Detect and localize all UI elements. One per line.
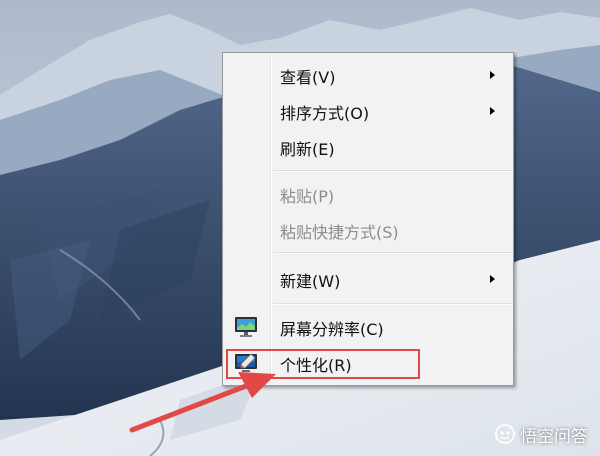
submenu-arrow-icon	[490, 107, 495, 115]
menu-item-refresh[interactable]: 刷新(E)	[225, 131, 511, 163]
highlight-box-personalize	[226, 349, 420, 379]
menu-separator	[273, 303, 513, 305]
watermark-text: 悟空问答	[520, 426, 588, 447]
menu-item-view-label: 查看(V)	[280, 68, 336, 87]
menu-item-new[interactable]: 新建(W)	[225, 263, 511, 295]
menu-item-sort-by[interactable]: 排序方式(O)	[225, 95, 511, 127]
menu-item-screen-resolution[interactable]: 屏幕分辨率(C)	[225, 311, 511, 343]
menu-item-paste-label: 粘贴(P)	[280, 187, 335, 206]
menu-item-sort-by-label: 排序方式(O)	[280, 104, 370, 123]
menu-item-new-label: 新建(W)	[280, 272, 341, 291]
menu-item-screen-resolution-label: 屏幕分辨率(C)	[280, 320, 384, 339]
wukong-logo-icon	[495, 424, 515, 444]
menu-item-paste-shortcut: 粘贴快捷方式(S)	[225, 214, 511, 246]
monitor-icon	[235, 317, 257, 337]
desktop[interactable]: 查看(V) 排序方式(O) 刷新(E) 粘贴(P) 粘贴快捷方式(S) 新建(W…	[0, 0, 600, 456]
menu-separator	[273, 252, 513, 254]
wukong-watermark: 悟空问答	[495, 422, 588, 447]
menu-item-view[interactable]: 查看(V)	[225, 59, 511, 91]
submenu-arrow-icon	[490, 71, 495, 79]
menu-item-refresh-label: 刷新(E)	[280, 140, 335, 159]
menu-item-paste: 粘贴(P)	[225, 178, 511, 210]
menu-item-paste-shortcut-label: 粘贴快捷方式(S)	[280, 223, 399, 242]
desktop-context-menu: 查看(V) 排序方式(O) 刷新(E) 粘贴(P) 粘贴快捷方式(S) 新建(W…	[222, 52, 514, 386]
submenu-arrow-icon	[490, 275, 495, 283]
menu-separator	[273, 170, 513, 172]
